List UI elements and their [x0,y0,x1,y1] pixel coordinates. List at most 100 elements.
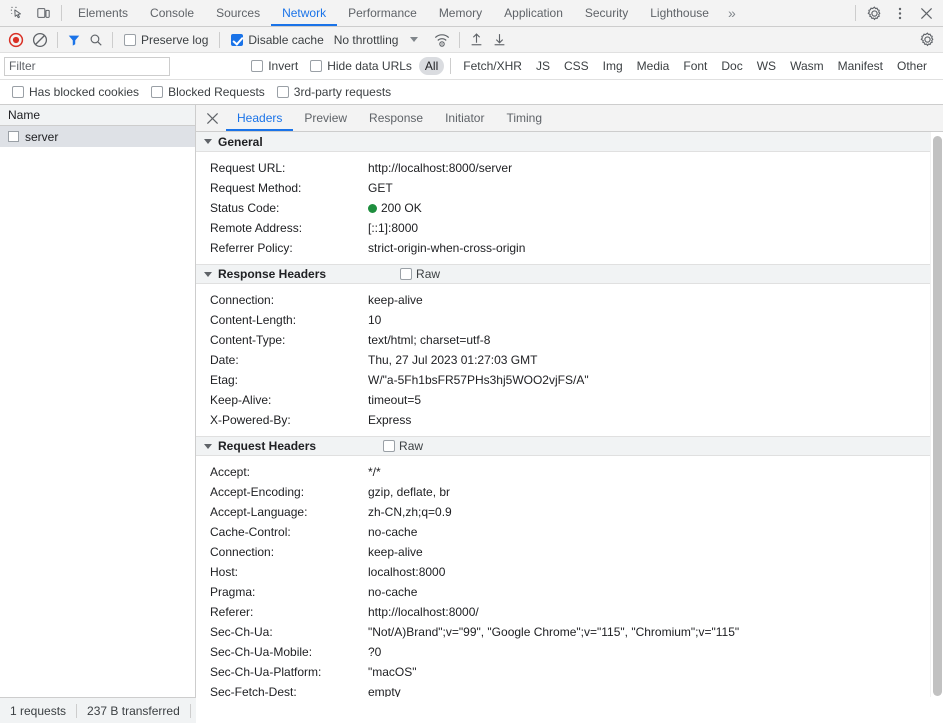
detail-tab-timing[interactable]: Timing [495,105,553,131]
filter-type-divider [450,58,451,74]
close-icon[interactable] [913,1,939,26]
req-row-sec-ch-ua-platform: Sec-Ch-Ua-Platform: "macOS" [196,662,943,682]
blocked-requests-box [151,86,163,98]
tab-sources[interactable]: Sources [205,0,271,26]
bottom-row: 1 requests 237 B transferred [0,697,943,723]
filter-type-wasm[interactable]: Wasm [784,57,830,75]
req-value-connection: keep-alive [368,542,943,562]
hide-data-urls-checkbox[interactable]: Hide data URLs [304,59,418,73]
preserve-log-label: Preserve log [141,33,208,47]
section-header-general[interactable]: General [196,132,943,152]
resp-row-connection: Connection: keep-alive [196,290,943,310]
tab-security[interactable]: Security [574,0,639,26]
section-header-response-headers[interactable]: Response Headers Raw [196,264,943,284]
import-har-icon[interactable] [465,28,488,52]
gear-icon[interactable] [861,1,887,26]
throttling-select[interactable]: No throttling [330,33,423,47]
request-raw-checkbox[interactable]: Raw [383,439,423,453]
section-header-request-headers[interactable]: Request Headers Raw [196,436,943,456]
filter-type-all[interactable]: All [419,57,444,75]
export-har-icon[interactable] [488,28,511,52]
req-key-connection: Connection: [196,542,368,562]
filter-type-other[interactable]: Other [891,57,933,75]
third-party-requests-checkbox[interactable]: 3rd-party requests [271,85,397,99]
request-list[interactable]: server [0,126,195,697]
req-value-sec-fetch-dest: empty [368,682,943,697]
detail-tabbar: Headers Preview Response Initiator Timin… [196,105,943,132]
triangle-down-icon [204,139,212,144]
blocked-requests-checkbox[interactable]: Blocked Requests [145,85,271,99]
filter-type-ws[interactable]: WS [751,57,782,75]
hide-data-urls-box [310,60,322,72]
inspect-element-icon[interactable] [4,1,30,26]
req-row-sec-fetch-dest: Sec-Fetch-Dest: empty [196,682,943,697]
detail-scrollbar[interactable] [930,132,943,697]
filter-type-doc[interactable]: Doc [715,57,748,75]
filter-type-img[interactable]: Img [597,57,629,75]
blocked-requests-label: Blocked Requests [168,85,265,99]
toolbar-divider-3 [219,32,220,48]
network-settings-gear-icon[interactable] [916,28,939,52]
detail-tab-preview-label: Preview [304,111,347,125]
filter-input[interactable] [4,57,170,76]
resp-row-keep-alive: Keep-Alive: timeout=5 [196,390,943,410]
network-options-bar: Has blocked cookies Blocked Requests 3rd… [0,80,943,105]
record-button-icon[interactable] [4,28,28,52]
kebab-menu-icon[interactable] [887,1,913,26]
tab-sources-label: Sources [216,6,260,20]
filter-type-font[interactable]: Font [677,57,713,75]
filter-type-media[interactable]: Media [631,57,676,75]
preserve-log-checkbox[interactable]: Preserve log [118,33,214,47]
request-list-pane: Name server [0,105,196,697]
funnel-filter-icon[interactable] [63,28,85,52]
tab-memory[interactable]: Memory [428,0,493,26]
disable-cache-checkbox[interactable]: Disable cache [225,33,329,47]
filter-type-fetch-xhr[interactable]: Fetch/XHR [457,57,528,75]
req-key-referer: Referer: [196,602,368,622]
status-divider-2 [190,704,191,718]
filter-type-css[interactable]: CSS [558,57,595,75]
request-list-header[interactable]: Name [0,105,195,126]
request-raw-label: Raw [399,439,423,453]
tab-console[interactable]: Console [139,0,205,26]
tab-application[interactable]: Application [493,0,574,26]
has-blocked-cookies-checkbox[interactable]: Has blocked cookies [6,85,145,99]
req-key-cache-control: Cache-Control: [196,522,368,542]
clear-icon[interactable] [28,28,52,52]
detail-tab-headers[interactable]: Headers [226,105,293,131]
device-toolbar-icon[interactable] [30,1,56,26]
tab-performance[interactable]: Performance [337,0,428,26]
column-header-name: Name [8,108,40,122]
resp-key-x-powered-by: X-Powered-By: [196,410,368,430]
tab-lighthouse[interactable]: Lighthouse [639,0,720,26]
tab-elements[interactable]: Elements [67,0,139,26]
req-row-cache-control: Cache-Control: no-cache [196,522,943,542]
req-key-sec-fetch-dest: Sec-Fetch-Dest: [196,682,368,697]
headers-content: General Request URL: http://localhost:80… [196,132,943,697]
request-row-server[interactable]: server [0,126,195,147]
req-row-sec-ch-ua: Sec-Ch-Ua: "Not/A)Brand";v="99", "Google… [196,622,943,642]
req-value-cache-control: no-cache [368,522,943,542]
general-value-status-code: 200 OK [368,198,943,218]
response-raw-checkbox[interactable]: Raw [400,267,440,281]
close-panel-icon[interactable] [198,105,226,131]
more-tabs-chevron-icon[interactable]: » [720,0,744,26]
general-key-referrer-policy: Referrer Policy: [196,238,368,258]
filter-type-manifest[interactable]: Manifest [832,57,889,75]
tab-network[interactable]: Network [271,0,337,26]
detail-tab-preview[interactable]: Preview [293,105,358,131]
resp-value-content-length: 10 [368,310,943,330]
network-conditions-icon[interactable] [430,28,454,52]
detail-scrollbar-thumb[interactable] [933,136,942,696]
section-title-response-headers: Response Headers [218,267,326,281]
search-icon[interactable] [85,28,107,52]
filter-type-js[interactable]: JS [530,57,556,75]
general-row-referrer-policy: Referrer Policy: strict-origin-when-cros… [196,238,943,258]
invert-checkbox[interactable]: Invert [245,59,304,73]
req-value-sec-ch-ua-platform: "macOS" [368,662,943,682]
general-value-request-method: GET [368,178,943,198]
detail-tab-response[interactable]: Response [358,105,434,131]
general-row-status-code: Status Code: 200 OK [196,198,943,218]
detail-tab-initiator[interactable]: Initiator [434,105,495,131]
resp-row-etag: Etag: W/"a-5Fh1bsFR57PHs3hj5WOO2vjFS/A" [196,370,943,390]
